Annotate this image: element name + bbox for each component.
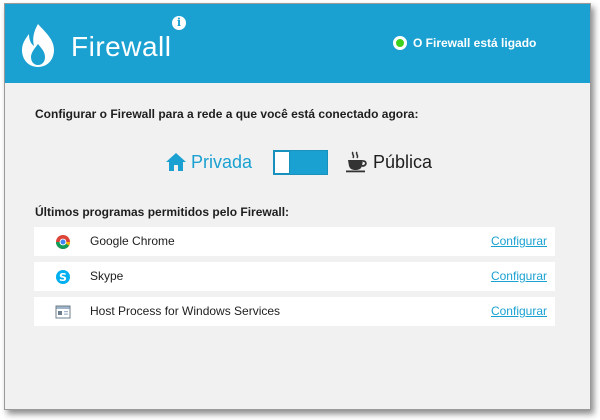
house-icon xyxy=(166,153,186,171)
program-name: Skype xyxy=(90,269,124,283)
flame-logo-icon xyxy=(22,24,54,67)
public-network-option[interactable]: Pública xyxy=(345,148,432,176)
skype-icon: S xyxy=(56,270,70,284)
firewall-window: Firewall i O Firewall está ligado Config… xyxy=(4,3,591,410)
program-row-chrome: Google Chrome Configurar xyxy=(34,227,555,256)
programs-heading: Últimos programas permitidos pelo Firewa… xyxy=(35,205,290,219)
private-network-label: Privada xyxy=(191,151,253,172)
configure-link[interactable]: Configurar xyxy=(491,304,547,318)
program-name: Host Process for Windows Services xyxy=(90,304,281,318)
status-dot-icon xyxy=(393,36,407,50)
svg-text:S: S xyxy=(59,271,67,284)
network-selector: Privada Pública xyxy=(165,148,465,178)
toggle-knob[interactable] xyxy=(274,151,290,174)
program-name: Google Chrome xyxy=(90,234,175,248)
program-list: Google Chrome Configurar S Skype Configu… xyxy=(34,227,555,332)
page-title: Firewall xyxy=(71,31,172,62)
chrome-icon xyxy=(56,235,70,249)
configure-link[interactable]: Configurar xyxy=(491,234,547,248)
configure-link[interactable]: Configurar xyxy=(491,269,547,283)
network-toggle[interactable] xyxy=(273,150,328,175)
info-icon[interactable]: i xyxy=(172,16,186,30)
status-text: O Firewall está ligado xyxy=(413,36,537,50)
private-network-option[interactable]: Privada xyxy=(165,148,252,176)
windows-service-icon xyxy=(55,305,71,319)
public-network-label: Pública xyxy=(373,151,433,172)
firewall-status: O Firewall está ligado xyxy=(393,35,536,51)
program-row-skype: S Skype Configurar xyxy=(34,262,555,291)
network-question: Configurar o Firewall para a rede a que … xyxy=(35,107,419,121)
header-bar: Firewall i O Firewall está ligado xyxy=(5,4,590,83)
program-row-host-process: Host Process for Windows Services Config… xyxy=(34,297,555,326)
coffee-cup-icon xyxy=(346,151,367,173)
